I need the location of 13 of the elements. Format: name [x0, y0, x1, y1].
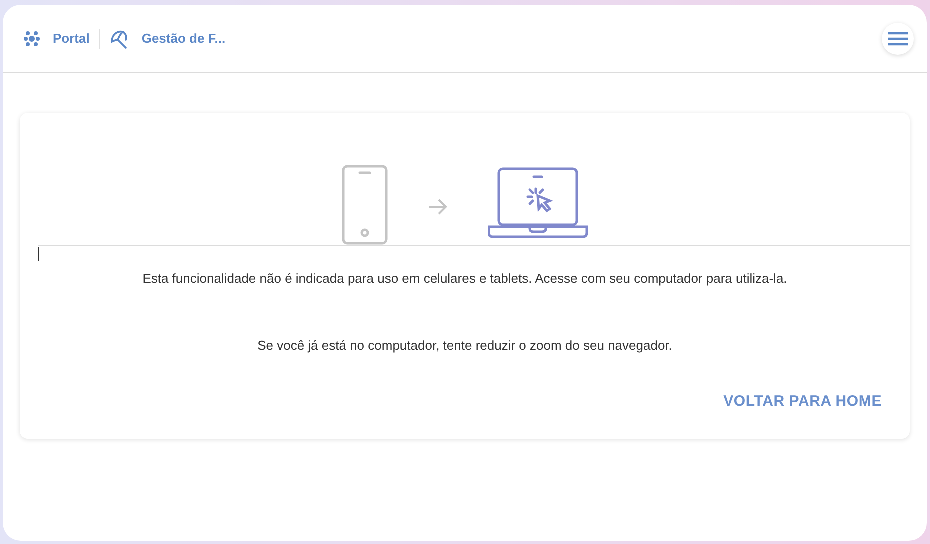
phone-icon — [342, 165, 388, 245]
umbrella-icon — [110, 28, 130, 48]
menu-icon — [888, 32, 908, 46]
menu-button[interactable] — [882, 22, 914, 54]
arrow-icon — [428, 199, 448, 215]
network-icon — [23, 30, 41, 46]
breadcrumb-link[interactable]: Portal — [53, 28, 90, 48]
laptop-icon — [488, 167, 588, 239]
breadcrumb-link[interactable]: Gestão de F... — [142, 28, 226, 48]
text-cursor — [38, 247, 39, 261]
zoom-hint: Se você já está no computador, tente reduzir o zoom do seu navegador. — [256, 336, 674, 355]
back-home-button[interactable]: VOLTAR PARA HOME — [724, 391, 882, 414]
warning-message: Esta funcionalidade não é indicada para uso em celulares e tablets. Acesse com seu computador para utiliza-la. — [142, 270, 788, 288]
